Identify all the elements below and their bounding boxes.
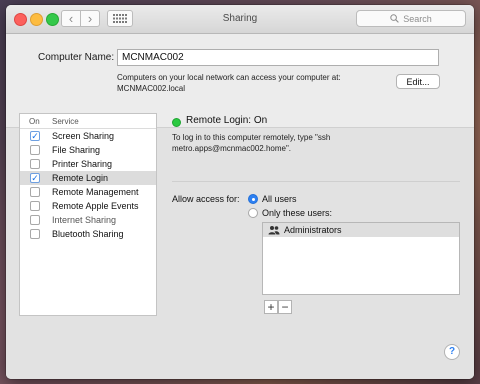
service-name: Screen Sharing [52,131,115,141]
computer-name-desc-line1: Computers on your local network can acce… [117,73,341,82]
ssh-instructions-line1: To log in to this computer remotely, typ… [172,133,331,142]
service-row[interactable]: ✓ Remote Login [20,171,156,185]
service-row[interactable]: Remote Apple Events [20,199,156,213]
service-row[interactable]: Bluetooth Sharing [20,227,156,241]
service-row[interactable]: File Sharing [20,143,156,157]
service-checkbox[interactable] [30,159,40,169]
computer-name-description: Computers on your local network can acce… [117,72,387,94]
service-name: Remote Apple Events [52,201,139,211]
service-name: Printer Sharing [52,159,113,169]
service-rows: ✓ Screen Sharing File Sharing Printer Shari… [20,129,156,241]
service-name: File Sharing [52,145,101,155]
search-placeholder: Search [403,13,432,24]
allowed-users-list[interactable]: Administrators [262,222,460,295]
service-checkbox[interactable] [30,145,40,155]
status-indicator-icon [172,118,181,127]
computer-name-input[interactable] [117,49,439,66]
remove-user-button[interactable]: − [278,300,292,314]
edit-hostname-button[interactable]: Edit... [396,74,440,89]
search-field[interactable]: Search [356,10,466,27]
service-checkbox[interactable] [30,201,40,211]
service-checkbox[interactable]: ✓ [30,173,40,183]
search-icon [390,14,400,23]
column-header-service[interactable]: Service [52,117,79,126]
sharing-window: ‹ › Sharing Search Computer Name: Comput… [6,5,474,379]
service-status: Remote Login: On [186,115,268,126]
group-icon [268,226,280,235]
service-checkbox[interactable]: ✓ [30,131,40,141]
all-users-radio[interactable] [248,194,258,204]
service-row[interactable]: ✓ Screen Sharing [20,129,156,143]
only-these-users-radio[interactable] [248,208,258,218]
only-these-users-label[interactable]: Only these users: [262,208,332,218]
title-bar: ‹ › Sharing Search [6,5,474,34]
service-name: Remote Management [52,187,139,197]
service-name: Bluetooth Sharing [52,229,124,239]
service-row[interactable]: Internet Sharing [20,213,156,227]
column-header-on[interactable]: On [29,117,40,126]
all-users-label[interactable]: All users [262,194,297,204]
help-button[interactable]: ? [444,344,460,360]
service-list-header: On Service [20,114,156,129]
local-hostname: MCNMAC002.local [117,84,186,93]
user-group-name: Administrators [284,225,342,235]
service-row[interactable]: Printer Sharing [20,157,156,171]
ssh-instructions-line2: metro.apps@mcnmac002.home". [172,144,292,153]
checkmark-icon: ✓ [31,172,39,183]
service-checkbox[interactable] [30,187,40,197]
service-checkbox[interactable] [30,229,40,239]
checkmark-icon: ✓ [31,130,39,141]
allow-access-label: Allow access for: [172,194,240,204]
list-item[interactable]: Administrators [263,223,459,237]
detail-separator [172,181,460,182]
ssh-instructions: To log in to this computer remotely, typ… [172,132,372,154]
add-user-button[interactable]: + [264,300,278,314]
service-name: Remote Login [52,173,109,183]
service-name: Internet Sharing [52,215,117,225]
service-checkbox[interactable] [30,215,40,225]
service-list: On Service ✓ Screen Sharing File Sharing Pr… [19,113,157,316]
computer-name-label: Computer Name: [38,52,115,63]
service-row[interactable]: Remote Management [20,185,156,199]
